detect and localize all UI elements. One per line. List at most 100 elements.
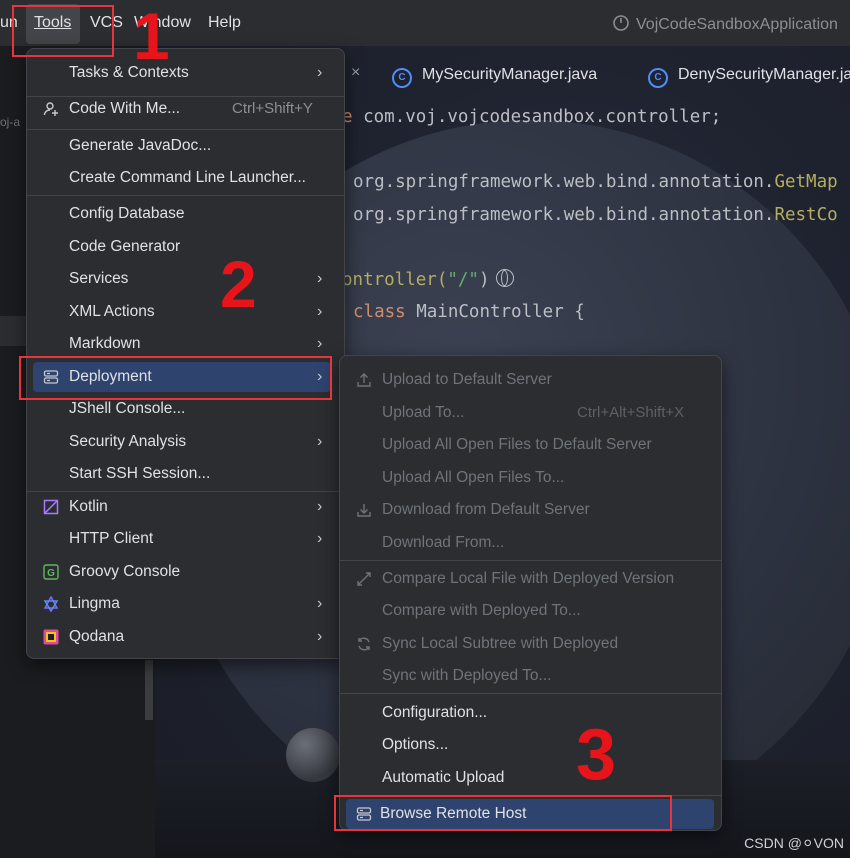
menu-item-qodana[interactable]: Qodana ›	[29, 622, 342, 652]
menu-item-label: Automatic Upload	[382, 769, 505, 786]
annotation-box-tools	[12, 5, 114, 57]
menu-item-upload-all-default[interactable]: Upload All Open Files to Default Server	[342, 430, 719, 460]
menu-item-lingma[interactable]: Lingma ›	[29, 589, 342, 619]
menu-item-security-analysis[interactable]: Security Analysis ›	[29, 427, 342, 457]
chevron-right-icon: ›	[317, 335, 323, 352]
menu-separator	[27, 129, 344, 130]
menu-item-label: Code Generator	[69, 238, 181, 255]
code-text: MainController {	[405, 302, 585, 322]
menu-item-label: HTTP Client	[69, 530, 154, 547]
menu-item-ssh-session[interactable]: Start SSH Session...	[29, 459, 342, 489]
annotation-box-browse-remote-host	[334, 795, 672, 831]
menu-item-options[interactable]: Options...	[342, 730, 719, 760]
code-line-class[interactable]: class MainController {	[353, 302, 585, 322]
class-icon: C	[392, 68, 412, 88]
menu-separator	[340, 560, 721, 561]
menu-item-label: Groovy Console	[69, 563, 181, 580]
menu-item-markdown[interactable]: Markdown ›	[29, 329, 342, 359]
menu-item-label: Security Analysis	[69, 433, 187, 450]
code-annotation: ontroller(	[342, 270, 448, 290]
code-annotation: RestCo	[774, 205, 838, 225]
scrollbar[interactable]	[145, 660, 153, 720]
menu-bar: un Tools VCS Window Help VojCodeSandboxA…	[0, 0, 850, 46]
annotation-number-2: 2	[220, 247, 257, 321]
code-text: org.springframework.web.bind.annotation.	[353, 205, 775, 225]
ball-image	[286, 728, 340, 782]
menu-item-create-launcher[interactable]: Create Command Line Launcher...	[29, 163, 342, 193]
code-keyword: class	[353, 302, 406, 322]
menu-item-label: Lingma	[69, 595, 120, 612]
code-text: )	[478, 270, 490, 290]
close-tab-icon[interactable]: ×	[351, 64, 360, 82]
code-line-import-2[interactable]: org.springframework.web.bind.annotation.…	[353, 205, 838, 225]
run-configuration[interactable]: VojCodeSandboxApplication	[612, 14, 838, 34]
globe-icon[interactable]	[495, 269, 514, 287]
menu-item-sync-deployed-to[interactable]: Sync with Deployed To...	[342, 661, 719, 691]
menu-item-label: Tasks & Contexts	[69, 64, 189, 81]
code-line-import-1[interactable]: org.springframework.web.bind.annotation.…	[353, 172, 838, 192]
menu-item-compare-deployed-to[interactable]: Compare with Deployed To...	[342, 596, 719, 626]
menu-item-http-client[interactable]: HTTP Client ›	[29, 524, 342, 554]
menu-item-upload-all-to[interactable]: Upload All Open Files To...	[342, 463, 719, 493]
menu-item-tasks-contexts[interactable]: Tasks & Contexts ›	[29, 58, 342, 88]
code-line-annotation[interactable]: ontroller("/")	[342, 269, 514, 290]
menu-item-services[interactable]: Services ›	[29, 264, 342, 294]
menu-item-label: Upload to Default Server	[382, 371, 552, 388]
menu-item-label: Upload To...	[382, 404, 465, 421]
tools-menu: Tasks & Contexts › Code With Me... Ctrl+…	[26, 48, 345, 659]
menu-item-label: Download From...	[382, 534, 505, 551]
menu-item-code-generator[interactable]: Code Generator	[29, 232, 342, 262]
class-icon: C	[648, 68, 668, 88]
annotation-number-3: 3	[576, 715, 617, 795]
menu-item-upload-default-server[interactable]: Upload to Default Server	[342, 365, 719, 395]
code-string: "/"	[447, 270, 479, 290]
menu-item-code-with-me[interactable]: Code With Me... Ctrl+Shift+Y	[29, 94, 342, 124]
compare-icon	[357, 572, 371, 586]
chevron-right-icon: ›	[317, 595, 323, 612]
project-panel-selection	[0, 316, 26, 346]
menu-item-label: Markdown	[69, 335, 141, 352]
kotlin-icon	[43, 499, 59, 515]
menu-item-xml-actions[interactable]: XML Actions ›	[29, 297, 342, 327]
menu-item-label: Create Command Line Launcher...	[69, 169, 306, 186]
menu-item-generate-javadoc[interactable]: Generate JavaDoc...	[29, 131, 342, 161]
chevron-right-icon: ›	[317, 628, 323, 645]
download-icon	[357, 504, 371, 517]
chevron-right-icon: ›	[317, 530, 323, 547]
menu-item-shortcut: Ctrl+Shift+Y	[232, 100, 313, 117]
code-text: com.voj.vojcodesandbox.controller;	[352, 107, 722, 127]
menu-item-kotlin[interactable]: Kotlin ›	[29, 492, 342, 522]
menu-item-label: Kotlin	[69, 498, 108, 515]
code-annotation: GetMap	[774, 172, 838, 192]
lingma-icon	[43, 596, 59, 612]
menu-item-shortcut: Ctrl+Alt+Shift+X	[577, 404, 685, 421]
menu-item-label: Compare Local File with Deployed Version	[382, 570, 675, 587]
menu-item-label: Download from Default Server	[382, 501, 590, 518]
menu-item-groovy-console[interactable]: G Groovy Console	[29, 557, 342, 587]
code-text: org.springframework.web.bind.annotation.	[353, 172, 775, 192]
menu-help[interactable]: Help	[208, 14, 241, 32]
sync-icon	[358, 637, 370, 651]
tab-denysecuritymanager[interactable]: C DenySecurityManager.ja	[648, 66, 850, 88]
menu-item-configuration[interactable]: Configuration...	[342, 698, 719, 728]
menu-item-sync-subtree[interactable]: Sync Local Subtree with Deployed	[342, 629, 719, 659]
menu-item-compare-local[interactable]: Compare Local File with Deployed Version	[342, 564, 719, 594]
menu-item-label: Compare with Deployed To...	[382, 602, 581, 619]
code-line-package[interactable]: e com.voj.vojcodesandbox.controller;	[342, 107, 721, 127]
menu-item-download-default[interactable]: Download from Default Server	[342, 495, 719, 525]
deployment-submenu: Upload to Default Server Upload To... Ct…	[339, 355, 722, 831]
chevron-right-icon: ›	[317, 433, 323, 450]
menu-item-config-database[interactable]: Config Database	[29, 199, 342, 229]
qodana-icon	[43, 629, 59, 645]
menu-item-label: Upload All Open Files To...	[382, 469, 565, 486]
chevron-right-icon: ›	[317, 64, 323, 81]
menu-item-automatic-upload[interactable]: Automatic Upload	[342, 763, 719, 793]
menu-item-download-from[interactable]: Download From...	[342, 528, 719, 558]
spring-boot-icon	[613, 15, 629, 31]
menu-item-label: Sync Local Subtree with Deployed	[382, 635, 619, 652]
menu-item-label: Start SSH Session...	[69, 465, 211, 482]
menu-item-upload-to[interactable]: Upload To... Ctrl+Alt+Shift+X	[342, 398, 719, 428]
menu-item-label: Config Database	[69, 205, 185, 222]
tab-mysecuritymanager[interactable]: C MySecurityManager.java	[392, 66, 597, 88]
groovy-icon: G	[43, 564, 59, 580]
